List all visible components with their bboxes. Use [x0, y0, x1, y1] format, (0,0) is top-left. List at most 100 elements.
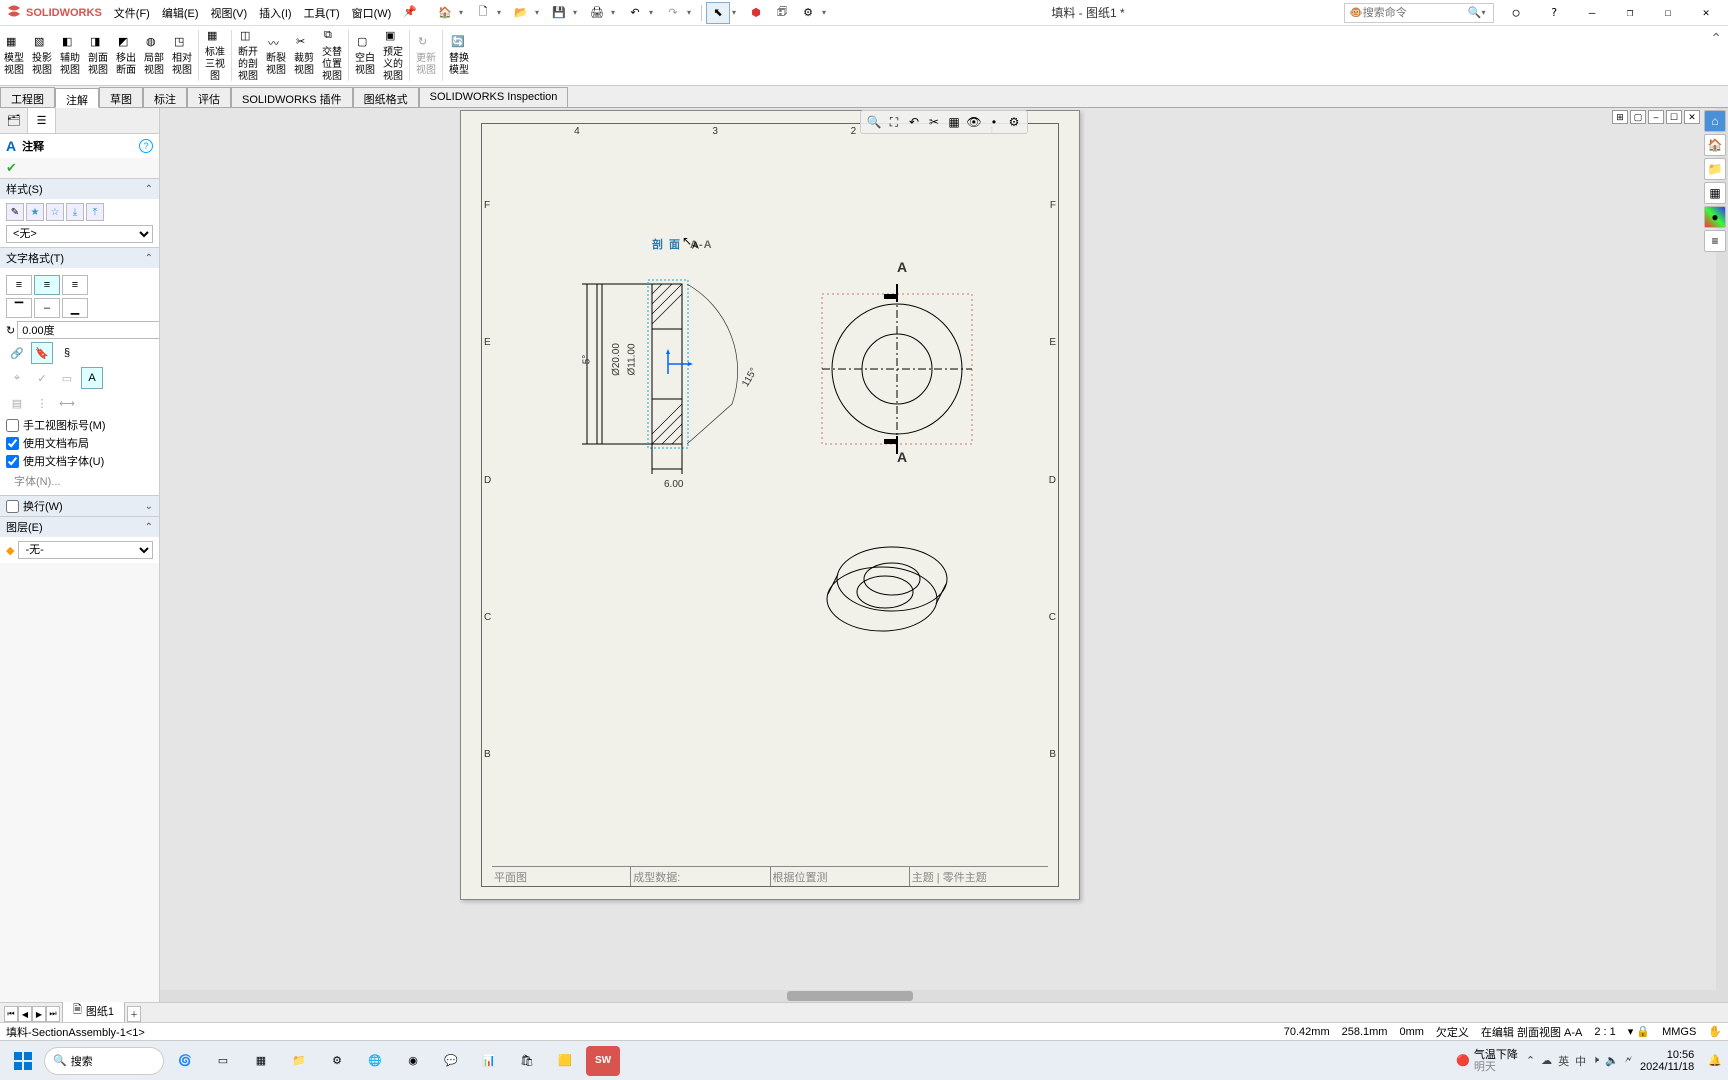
qa-options-list-button[interactable]: 🗊	[770, 2, 794, 24]
solidworks-taskbar-icon[interactable]: SW	[586, 1046, 620, 1076]
edge-icon[interactable]: 🌐	[358, 1046, 392, 1076]
start-button[interactable]	[6, 1046, 40, 1076]
user-account-icon[interactable]: ◯	[1500, 2, 1532, 24]
system-tray[interactable]: ⌃ ☁ 英 中 🕨 🔈 🗲	[1526, 1053, 1632, 1069]
valign-top-button[interactable]: ▔	[6, 298, 32, 318]
wechat-icon[interactable]: 💬	[434, 1046, 468, 1076]
pm-help-icon[interactable]: ?	[139, 139, 153, 153]
hup-display-style-icon[interactable]: ▦	[945, 113, 963, 131]
font-button[interactable]: 字体(N)...	[6, 471, 153, 491]
qa-new-button[interactable]: 🗋	[471, 2, 495, 24]
h-scrollbar[interactable]	[160, 990, 1728, 1002]
insert-hyperlink-icon[interactable]: 🔗	[6, 342, 28, 364]
tray-volume-icon[interactable]: 🔈	[1605, 1054, 1619, 1067]
sheet-nav-next[interactable]: ▶	[32, 1006, 46, 1022]
style-load-fav-icon[interactable]: ⤒	[86, 203, 104, 221]
link-to-property-icon[interactable]: 🔖	[31, 342, 53, 364]
tab-evaluate[interactable]: 评估	[187, 87, 231, 107]
rb-section-view[interactable]: ◨剖面 视图	[84, 26, 112, 85]
hup-edit-scene-icon[interactable]: •	[985, 113, 1003, 131]
dim-11[interactable]: Ø11.00	[627, 343, 638, 375]
close-button[interactable]: ✕	[1690, 2, 1722, 24]
align-right-button[interactable]: ≡	[62, 275, 88, 295]
task-view-icon[interactable]: ▭	[206, 1046, 240, 1076]
use-doc-font-check[interactable]: 使用文档字体(U)	[6, 453, 153, 469]
style-add-fav-icon[interactable]: ★	[26, 203, 44, 221]
tray-wifi-icon[interactable]: 🕨	[1592, 1054, 1599, 1067]
qa-settings-button[interactable]: ⚙	[796, 2, 820, 24]
notifications-icon[interactable]: 🔔	[1708, 1054, 1722, 1067]
valign-middle-button[interactable]: –	[34, 298, 60, 318]
style-save-fav-icon[interactable]: ⤓	[66, 203, 84, 221]
use-doc-layout-check[interactable]: 使用文档布局	[6, 435, 153, 451]
menu-tools[interactable]: 工具(T)	[298, 1, 346, 25]
store-icon[interactable]: 🛍	[510, 1046, 544, 1076]
drawing-canvas[interactable]: ⊞ ▢ – ☐ ✕ 🔍 ⛶ ↶ ✂ ▦ 👁 • ⚙ ⌂ 🏠 📁 ▦ ● ≡	[160, 108, 1728, 1002]
status-scale[interactable]: 2 : 1	[1594, 1026, 1615, 1038]
sheet-nav-prev[interactable]: ◀	[18, 1006, 32, 1022]
h-scroll-thumb[interactable]	[787, 991, 912, 1001]
help-icon[interactable]: ?	[1538, 2, 1570, 24]
rb-broken-out-section[interactable]: ◫断开 的剖 视图	[234, 26, 262, 85]
tray-chevron-icon[interactable]: ⌃	[1526, 1054, 1535, 1067]
widgets-icon[interactable]: ▦	[244, 1046, 278, 1076]
rb-replace-model[interactable]: 🔄替换 模型	[445, 26, 473, 85]
pm-layer-header[interactable]: 图层(E)⌃	[0, 517, 159, 537]
tray-battery-icon[interactable]: 🗲	[1625, 1054, 1632, 1067]
menu-file[interactable]: 文件(F)	[108, 1, 156, 25]
command-search[interactable]: 🐵 🔍▾	[1344, 3, 1494, 23]
flag-note-icon[interactable]: Α	[81, 367, 103, 389]
tray-input-icon[interactable]: 中	[1575, 1053, 1586, 1069]
tp-custom-props-icon[interactable]: ≡	[1704, 230, 1726, 252]
rb-auxiliary-view[interactable]: ◧辅助 视图	[56, 26, 84, 85]
weather-widget[interactable]: 🔴 气温下降 明天	[1456, 1049, 1518, 1073]
rb-removed-section[interactable]: ◩移出 断面	[112, 26, 140, 85]
menu-view[interactable]: 视图(V)	[205, 1, 254, 25]
tp-design-library-icon[interactable]: 🏠	[1704, 134, 1726, 156]
tab-markup[interactable]: 标注	[143, 87, 187, 107]
doc-min-icon[interactable]: –	[1648, 110, 1664, 124]
dim-6[interactable]: 6.00	[664, 479, 683, 490]
pin-icon[interactable]: 📌	[397, 1, 423, 25]
tab-sheet-format[interactable]: 图纸格式	[353, 87, 419, 107]
pm-wrap-header[interactable]: 换行(W)⌄	[0, 496, 159, 516]
qa-save-button[interactable]: 💾	[547, 2, 571, 24]
align-center-button[interactable]: ≡	[34, 275, 60, 295]
hup-prev-view-icon[interactable]: ↶	[905, 113, 923, 131]
menu-insert[interactable]: 插入(I)	[253, 1, 297, 25]
qa-print-button[interactable]: 🖨	[585, 2, 609, 24]
taskbar-search[interactable]: 🔍搜索	[44, 1047, 164, 1075]
command-search-input[interactable]	[1363, 7, 1468, 19]
menu-edit[interactable]: 编辑(E)	[156, 1, 205, 25]
status-lock-icon[interactable]: ▾ 🔒	[1628, 1025, 1650, 1038]
style-apply-icon[interactable]: ✎	[6, 203, 24, 221]
panel-tab-property-manager[interactable]: ☰	[28, 108, 56, 133]
search-icon[interactable]: 🔍	[1468, 6, 1482, 19]
panel-tab-feature-tree[interactable]: 🗂	[0, 108, 28, 133]
doc-close-icon[interactable]: ✕	[1684, 110, 1700, 124]
qa-select-button[interactable]: ⬉	[706, 2, 730, 24]
style-del-fav-icon[interactable]: ☆	[46, 203, 64, 221]
hup-section-icon[interactable]: ✂	[925, 113, 943, 131]
status-pointer-icon[interactable]: ✋	[1708, 1025, 1722, 1038]
pm-style-header[interactable]: 样式(S)⌃	[0, 179, 159, 199]
rb-detail-view[interactable]: ◍局部 视图	[140, 26, 168, 85]
style-select[interactable]: <无>	[6, 225, 153, 243]
doc-dock-icon[interactable]: ⊞	[1612, 110, 1628, 124]
sheet-nav-last[interactable]: ⏭	[46, 1006, 60, 1022]
tab-addins[interactable]: SOLIDWORKS 插件	[231, 87, 353, 107]
rb-model-view[interactable]: ▦模型 视图	[0, 26, 28, 85]
status-units[interactable]: MMGS	[1662, 1026, 1696, 1038]
isometric-view-drawing[interactable]	[822, 524, 962, 664]
hup-zoom-fit-icon[interactable]: 🔍	[865, 113, 883, 131]
wrap-checkbox[interactable]	[6, 500, 19, 513]
qa-home-button[interactable]: 🏠	[433, 2, 457, 24]
tp-file-explorer-icon[interactable]: 📁	[1704, 158, 1726, 180]
copilot-icon[interactable]: 🌀	[168, 1046, 202, 1076]
valign-bottom-button[interactable]: ▁	[62, 298, 88, 318]
front-view-drawing[interactable]	[812, 264, 982, 464]
restore-button[interactable]: ❐	[1614, 2, 1646, 24]
tab-inspection[interactable]: SOLIDWORKS Inspection	[419, 87, 569, 107]
rb-alternate-position[interactable]: ⧉交替 位置 视图	[318, 26, 346, 85]
settings-app-icon[interactable]: ⚙	[320, 1046, 354, 1076]
